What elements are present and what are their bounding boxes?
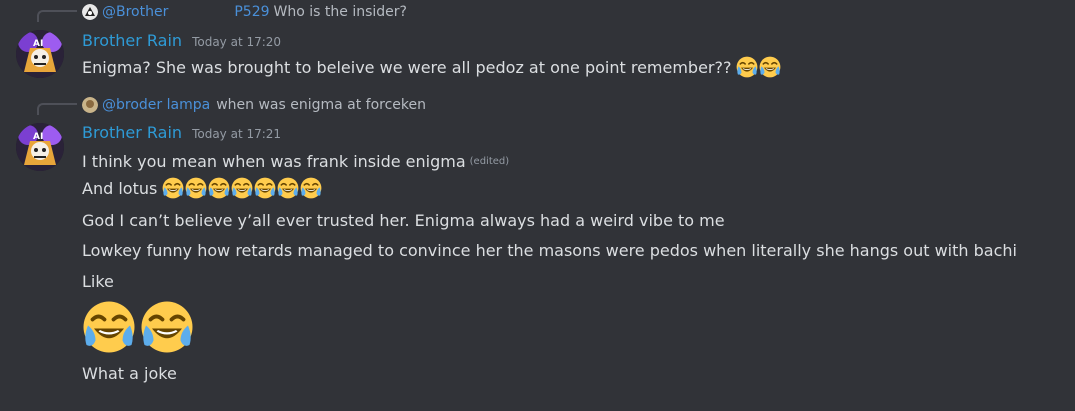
timestamp[interactable]: Today at 17:20 [192,35,281,49]
reply-avatar-icon [82,97,98,113]
joy-tears-icon [759,56,782,78]
message-line: God I can’t believe y’all ever trusted h… [82,209,725,231]
reply-avatar-icon [82,4,98,20]
timestamp[interactable]: Today at 17:21 [192,127,281,141]
joy-tears-icon [162,177,185,199]
joy-tears-icon [82,300,136,354]
message-line: And lotus [82,177,323,199]
reply-connector [37,10,77,22]
reply-preview[interactable]: @broder lampa when was enigma at forceke… [82,95,426,115]
message-line-text: What a joke [82,363,177,383]
message-line: Enigma? She was brought to beleive we we… [82,57,732,77]
avatar-image-icon: AI [16,30,64,78]
joy-tears-icon [736,56,759,78]
joy-tears-icon [277,177,300,199]
joy-tears-icon [254,177,277,199]
joy-tears-icon [140,300,194,354]
message-line: What a joke [82,362,177,384]
message-header: Brother Rain Today at 17:21 [82,123,281,145]
reply-author[interactable]: @broder lampa [102,97,210,113]
message-line: Lowkey funny how retards managed to conv… [82,239,1017,261]
reply-connector [37,103,77,115]
reply-preview[interactable]: @Brother P529 Who is the insider? [82,2,407,22]
message-line-text: I think you mean when was frank inside e… [82,151,466,171]
svg-text:AI: AI [33,132,43,142]
message-line-text: Lowkey funny how retards managed to conv… [82,240,1017,260]
author-name[interactable]: Brother Rain [82,123,182,142]
message-line-text: And lotus [82,178,158,198]
avatar[interactable]: AI [16,123,64,171]
reply-author[interactable]: @Brother [102,4,168,20]
joy-tears-icon [300,177,323,199]
reply-tag: P529 [234,4,270,20]
author-name[interactable]: Brother Rain [82,31,182,50]
avatar-image-icon: AI [16,123,64,171]
message-line-text: Like [82,271,114,291]
message-line-text: God I can’t believe y’all ever trusted h… [82,210,725,230]
reply-text: when was enigma at forceken [216,97,427,113]
svg-text:AI: AI [33,39,43,49]
joy-tears-icon [208,177,231,199]
message-text: Enigma? She was brought to beleive we we… [82,56,782,78]
joy-tears-icon [185,177,208,199]
reply-text: Who is the insider? [273,4,407,20]
joy-tears-icon [231,177,254,199]
avatar[interactable]: AI [16,30,64,78]
edited-label: (edited) [469,155,510,167]
message-line: I think you mean when was frank inside e… [82,150,509,172]
message-header: Brother Rain Today at 17:20 [82,31,281,53]
message-line: Like [82,270,114,292]
jumbo-emoji-line [82,298,198,356]
